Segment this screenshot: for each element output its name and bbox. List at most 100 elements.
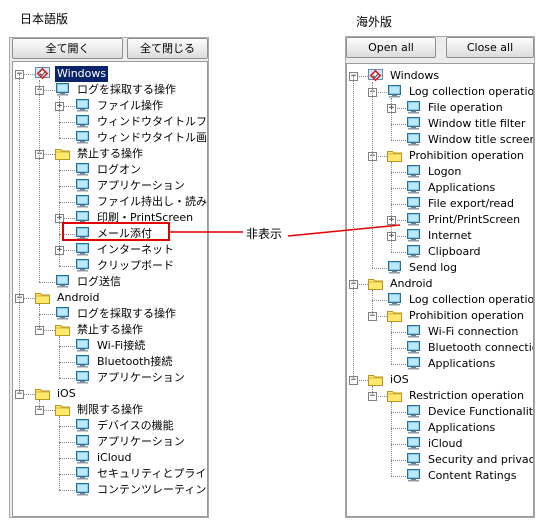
computer-icon — [56, 83, 69, 96]
ja-tree-item-label: 制限する操作 — [77, 403, 143, 416]
ja-tree-item-label: メール添付 — [97, 227, 152, 240]
ja-tree-item-label: iOS — [57, 387, 76, 400]
en-tree-item-label: Internet — [428, 229, 472, 242]
en-open-all-button[interactable]: Open all — [346, 37, 436, 58]
en-tree-item-label: iOS — [390, 373, 409, 386]
tree-connector-line — [59, 138, 75, 139]
tree-connector-line — [59, 160, 60, 266]
en-tree-item-label: Device Functionality — [428, 405, 534, 418]
folder-icon — [55, 405, 70, 416]
computer-icon — [76, 163, 89, 176]
computer-icon — [407, 165, 420, 178]
folder-icon — [387, 391, 402, 402]
computer-icon — [76, 355, 89, 368]
tree-connector-line — [372, 290, 373, 316]
ja-tree-item-label: ログオン — [97, 163, 141, 176]
tree-connector-line — [391, 402, 392, 476]
computer-icon — [76, 179, 89, 192]
computer-icon — [407, 181, 420, 194]
computer-icon — [407, 325, 420, 338]
tree-connector-line — [391, 322, 392, 364]
tree-connector-line — [59, 186, 75, 187]
computer-icon — [407, 213, 420, 226]
tree-connector-line — [391, 188, 406, 189]
ja-panel: 全て開く 全て閉じる Windows − ログを採取する操作 − ファイル操作 + ウィンド… — [9, 37, 209, 518]
computer-icon — [76, 467, 89, 480]
computer-icon — [407, 437, 420, 450]
en-tree-item-label: Applications — [428, 357, 496, 370]
tree-connector-line — [391, 172, 406, 173]
computer-icon — [407, 117, 420, 130]
ja-tree-item-label: Android — [57, 291, 100, 304]
en-tree-item-label: Wi-Fi connection — [428, 325, 519, 338]
ja-open-all-button[interactable]: 全て開く — [12, 38, 123, 59]
computer-icon — [407, 133, 420, 146]
ja-tree-item-label: iCloud — [97, 451, 132, 464]
en-tree-item-label: Restriction operation — [409, 389, 524, 402]
tree-connector-line — [391, 252, 406, 253]
ja-tree-item-label: ファイル持出し・読み込み — [97, 195, 207, 208]
en-tree-item-label: File export/read — [428, 197, 515, 210]
folder-icon — [368, 375, 383, 386]
ja-tree-item-label: アプリケーション — [97, 435, 185, 448]
tree-connector-line — [372, 386, 373, 396]
computer-icon — [407, 357, 420, 370]
ja-tree-item-label: 禁止する操作 — [77, 323, 143, 336]
en-tree-item-label: Windows — [390, 69, 440, 82]
en-tree-item-label: iCloud — [428, 437, 463, 450]
ja-tree-view[interactable]: Windows−ログを採取する操作−ファイル操作+ウィンドウタイトルフィルタウィ… — [12, 61, 208, 517]
tree-connector-line — [59, 378, 75, 379]
en-tree-item-label: Prohibition operation — [409, 309, 524, 322]
en-tree-item-label: Bluetooth connection — [428, 341, 534, 354]
tree-connector-line — [59, 202, 75, 203]
computer-icon — [388, 85, 401, 98]
computer-icon — [76, 195, 89, 208]
ja-tree-item-label: インターネット — [97, 243, 174, 256]
tree-connector-line — [59, 458, 75, 459]
computer-icon — [76, 243, 89, 256]
hidden-label: 非表示 — [246, 227, 283, 241]
computer-icon — [76, 259, 89, 272]
computer-icon — [56, 275, 69, 288]
computer-icon — [76, 211, 89, 224]
en-close-all-button[interactable]: Close all — [446, 37, 534, 58]
ja-tree-item-label: 禁止する操作 — [77, 147, 143, 160]
ja-tree-item-label: ログを採取する操作 — [77, 83, 176, 96]
en-tree-item-label: Applications — [428, 181, 496, 194]
ja-tree-item-label: デバイスの機能 — [97, 419, 174, 432]
en-tree-item-label: Log collection operation — [409, 293, 534, 306]
tree-connector-line — [391, 460, 406, 461]
en-tree-item-label: Logon — [428, 165, 462, 178]
en-tree-item-label: Prohibition operation — [409, 149, 524, 162]
en-tree-item-label: Log collection operation — [409, 85, 534, 98]
tree-connector-line — [59, 170, 75, 171]
tree-connector-line — [391, 332, 406, 333]
ja-tree-item-label: Windows — [55, 66, 109, 82]
computer-icon — [407, 341, 420, 354]
tree-connector-line — [353, 76, 354, 380]
en-tree-view[interactable]: Windows − Log collection operation − File op… — [346, 63, 534, 517]
japanese-version-heading: 日本語版 — [20, 12, 69, 26]
tree-connector-line — [39, 80, 40, 282]
computer-icon — [407, 469, 420, 482]
computer-icon — [407, 101, 420, 114]
ja-close-all-button[interactable]: 全て閉じる — [127, 38, 208, 59]
en-tree-item-label: Security and privacy — [428, 453, 534, 466]
tree-connector-line — [391, 364, 406, 365]
computer-icon — [56, 307, 69, 320]
en-tree-item-label: Window title screen c — [428, 133, 534, 146]
tree-connector-line — [372, 300, 387, 301]
en-tree-item-label: Window title filter — [428, 117, 526, 130]
tree-connector-line — [59, 336, 60, 378]
en-tree-item-label: Clipboard — [428, 245, 481, 258]
computer-icon — [407, 453, 420, 466]
ja-tree-item-label: アプリケーション — [97, 179, 185, 192]
windows-policy-icon — [35, 67, 50, 80]
ja-tree-item-label: コンテンツレーティング — [97, 483, 208, 496]
tree-connector-line — [59, 122, 75, 123]
tree-connector-line — [391, 98, 392, 140]
ja-tree-item-label: Bluetooth接続 — [97, 355, 173, 368]
en-tree-item-label: Applications — [428, 421, 496, 434]
computer-icon — [76, 419, 89, 432]
en-tree-item-label: Send log — [409, 261, 457, 274]
